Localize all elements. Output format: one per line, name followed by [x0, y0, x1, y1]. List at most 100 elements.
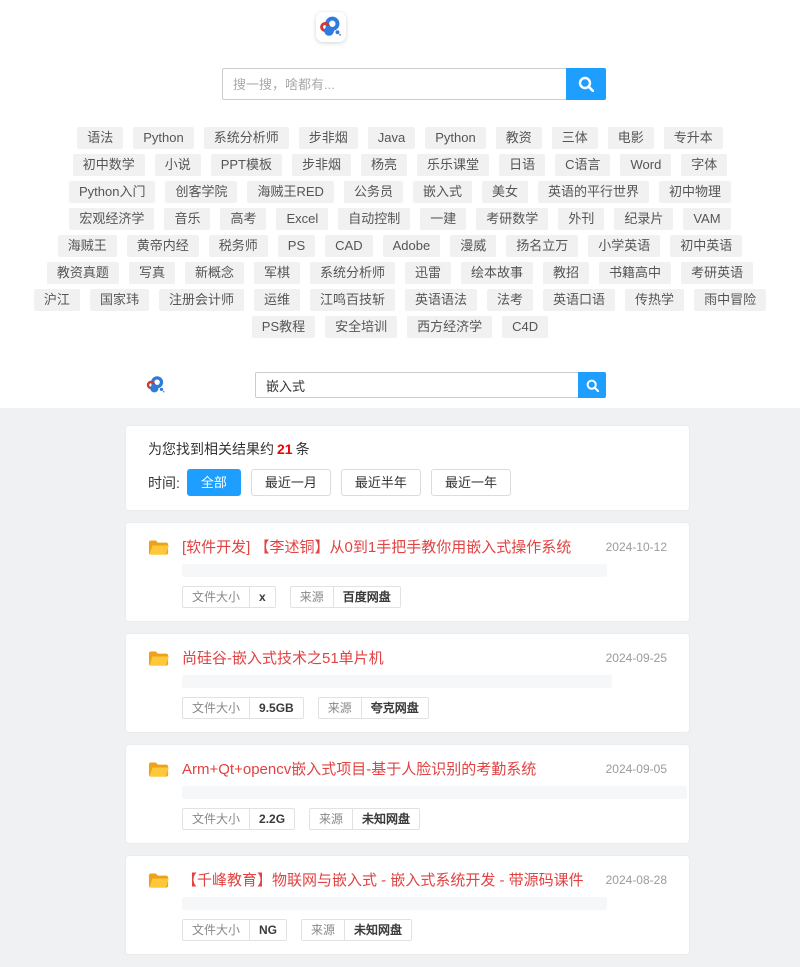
hot-tag[interactable]: 写真 — [129, 262, 175, 284]
site-logo[interactable] — [316, 12, 346, 42]
time-filter-option-2[interactable]: 最近半年 — [341, 469, 421, 496]
hot-tag[interactable]: 小学英语 — [588, 235, 660, 257]
hot-tag[interactable]: 传热学 — [625, 289, 684, 311]
file-size-value: 2.2G — [250, 808, 295, 830]
hot-tag[interactable]: 步非烟 — [299, 127, 358, 149]
site-logo-small[interactable] — [145, 374, 167, 396]
hot-tag[interactable]: 日语 — [499, 154, 545, 176]
result-card: 【千峰教育】物联网与嵌入式 - 嵌入式系统开发 - 带源码课件 2024-08-… — [125, 855, 690, 955]
file-size-tag: 文件大小 2.2G — [182, 808, 295, 830]
result-date: 2024-10-12 — [606, 540, 667, 554]
hot-tag[interactable]: C语言 — [555, 154, 610, 176]
hot-tag[interactable]: 初中英语 — [670, 235, 742, 257]
hot-tag[interactable]: VAM — [683, 208, 730, 230]
hot-tag[interactable]: 书籍高中 — [599, 262, 671, 284]
hot-tag[interactable]: 考研英语 — [681, 262, 753, 284]
result-title-link[interactable]: 尚硅谷-嵌入式技术之51单片机 — [182, 647, 594, 668]
top-search-bar — [222, 68, 606, 100]
hot-tag[interactable]: 乐乐课堂 — [417, 154, 489, 176]
hot-tag[interactable]: 法考 — [487, 289, 533, 311]
hot-tag[interactable]: 英语语法 — [405, 289, 477, 311]
hot-tag[interactable]: C4D — [502, 316, 548, 338]
hot-tag[interactable]: 军棋 — [254, 262, 300, 284]
hot-tag[interactable]: 雨中冒险 — [694, 289, 766, 311]
cloud-disk-logo-icon — [318, 14, 344, 40]
hot-tag[interactable]: 初中数学 — [73, 154, 145, 176]
hot-tag[interactable]: 教招 — [543, 262, 589, 284]
hot-tag[interactable]: 专升本 — [664, 127, 723, 149]
hot-tag[interactable]: Java — [368, 127, 415, 149]
hot-tag[interactable]: 黄帝内经 — [127, 235, 199, 257]
tag-row: 语法 Python 系统分析师步非烟 Java Python 教资三体电影专升本 — [0, 127, 800, 149]
time-filter-option-0[interactable]: 全部 — [187, 469, 241, 496]
hot-tag[interactable]: 运维 — [254, 289, 300, 311]
hot-tag[interactable]: 语法 — [77, 127, 123, 149]
hot-tag[interactable]: 步非烟 — [292, 154, 351, 176]
hot-tag[interactable]: CAD — [325, 235, 372, 257]
hot-tag[interactable]: 沪江 — [34, 289, 80, 311]
hot-tag[interactable]: 扬名立万 — [506, 235, 578, 257]
hot-tag[interactable]: 注册会计师 — [159, 289, 244, 311]
hot-tag[interactable]: Python入门 — [69, 181, 155, 203]
hot-tag[interactable]: 外刊 — [558, 208, 604, 230]
hot-tag[interactable]: 英语口语 — [543, 289, 615, 311]
hot-tag[interactable]: 公务员 — [344, 181, 403, 203]
hot-tag[interactable]: 杨亮 — [361, 154, 407, 176]
hot-tag[interactable]: Adobe — [383, 235, 441, 257]
hot-tag[interactable]: 自动控制 — [338, 208, 410, 230]
hot-tag[interactable]: Word — [620, 154, 671, 176]
source-value: 未知网盘 — [345, 919, 412, 941]
result-title-link[interactable]: Arm+Qt+opencv嵌入式项目-基于人脸识别的考勤系统 — [182, 758, 594, 779]
hot-tag[interactable]: 小说 — [155, 154, 201, 176]
top-search-button[interactable] — [566, 68, 606, 100]
hot-tag[interactable]: 音乐 — [164, 208, 210, 230]
hot-tag[interactable]: 创客学院 — [165, 181, 237, 203]
result-title-link[interactable]: [软件开发] 【李述铜】从0到1手把手教你用嵌入式操作系统 — [182, 536, 594, 557]
hot-tag[interactable]: 教资 — [496, 127, 542, 149]
hot-tag[interactable]: 一建 — [420, 208, 466, 230]
top-search-input[interactable] — [222, 68, 566, 100]
hot-tag[interactable]: 新概念 — [185, 262, 244, 284]
hot-tag[interactable]: 教资真题 — [47, 262, 119, 284]
hot-tag[interactable]: PS — [278, 235, 315, 257]
hot-tag[interactable]: 海贼王 — [58, 235, 117, 257]
results-count: 21 — [277, 441, 293, 457]
hot-tag[interactable]: 初中物理 — [659, 181, 731, 203]
hot-tag[interactable]: Excel — [276, 208, 328, 230]
hot-tag[interactable]: 美女 — [482, 181, 528, 203]
hot-tag[interactable]: 高考 — [220, 208, 266, 230]
hot-tag[interactable]: 国家玮 — [90, 289, 149, 311]
hot-tag[interactable]: Python — [425, 127, 485, 149]
hot-tag[interactable]: 嵌入式 — [413, 181, 472, 203]
result-header-row: [软件开发] 【李述铜】从0到1手把手教你用嵌入式操作系统 2024-10-12 — [148, 536, 667, 557]
time-filter-option-3[interactable]: 最近一年 — [431, 469, 511, 496]
hot-tag[interactable]: 江鸣百技斩 — [310, 289, 395, 311]
hot-tag[interactable]: PPT模板 — [211, 154, 282, 176]
time-filter-option-1[interactable]: 最近一月 — [251, 469, 331, 496]
hot-tag[interactable]: 税务师 — [209, 235, 268, 257]
hot-tag[interactable]: 字体 — [681, 154, 727, 176]
hot-tag[interactable]: 三体 — [552, 127, 598, 149]
hot-tag[interactable]: 英语的平行世界 — [538, 181, 649, 203]
hot-tag[interactable]: 漫威 — [450, 235, 496, 257]
hot-tag[interactable]: 安全培训 — [325, 316, 397, 338]
hot-tag[interactable]: 纪录片 — [614, 208, 673, 230]
hot-tag[interactable]: Python — [133, 127, 193, 149]
tag-row: 沪江国家玮注册会计师运维江鸣百技斩英语语法法考英语口语传热学雨中冒险 — [0, 289, 800, 311]
hot-tag[interactable]: 电影 — [608, 127, 654, 149]
file-size-tag: 文件大小 9.5GB — [182, 697, 304, 719]
hot-tag[interactable]: 绘本故事 — [461, 262, 533, 284]
tag-row: 初中数学小说 PPT模板步非烟杨亮乐乐课堂日语 C语言 Word 字体 — [0, 154, 800, 176]
hot-tag[interactable]: 西方经济学 — [407, 316, 492, 338]
hot-tag[interactable]: 系统分析师 — [310, 262, 395, 284]
results-search-input[interactable] — [255, 372, 578, 398]
hot-tag[interactable]: 海贼王RED — [247, 181, 333, 203]
hot-tag[interactable]: 考研数学 — [476, 208, 548, 230]
hot-tag[interactable]: 系统分析师 — [204, 127, 289, 149]
hot-tag[interactable]: 迅雷 — [405, 262, 451, 284]
results-search-button[interactable] — [578, 372, 606, 398]
result-meta-row: 文件大小 x 来源 百度网盘 — [182, 586, 667, 608]
result-title-link[interactable]: 【千峰教育】物联网与嵌入式 - 嵌入式系统开发 - 带源码课件 — [182, 869, 594, 890]
hot-tag[interactable]: PS教程 — [252, 316, 315, 338]
hot-tag[interactable]: 宏观经济学 — [69, 208, 154, 230]
